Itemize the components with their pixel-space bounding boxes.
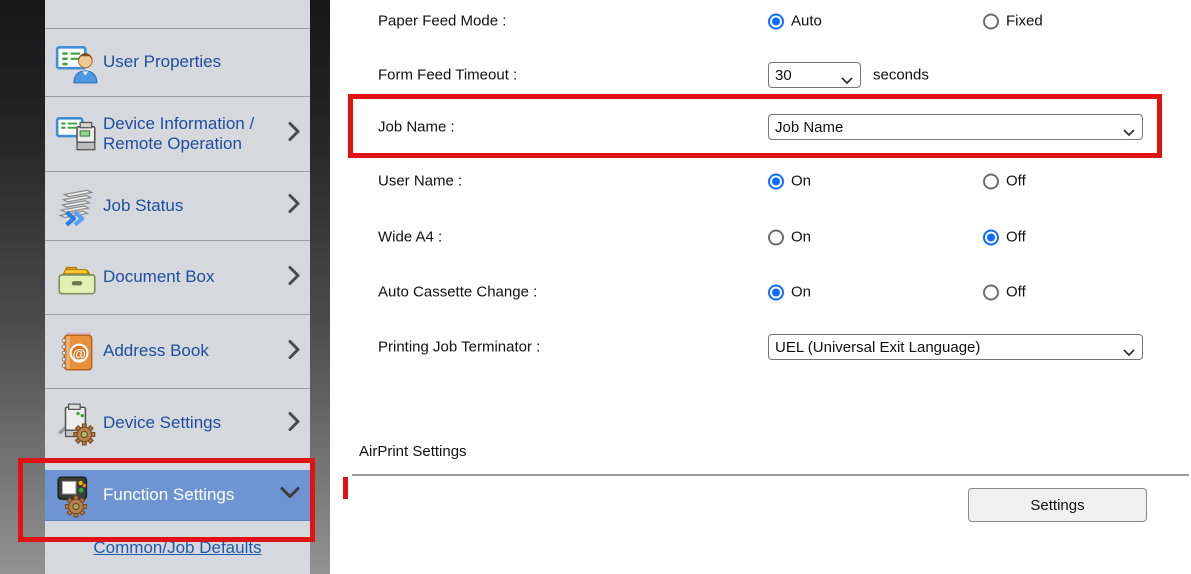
chevron-down-icon [279,486,301,505]
paper-feed-mode-auto-radio[interactable]: Auto [768,13,822,30]
form-feed-timeout-row: Form Feed Timeout : 30 seconds [330,62,1191,88]
chevron-right-icon [287,338,301,365]
radio-option-label: On [791,173,811,190]
settings-panel: Paper Feed Mode : Auto Fixed Form Feed T… [330,0,1191,574]
radio-option-label: Off [1006,229,1026,246]
sidebar-item-label: Job Status [103,196,183,216]
radio-unselected-icon[interactable] [983,284,999,300]
job-name-row: Job Name : Job Name [330,114,1191,140]
auto-cassette-change-off-radio[interactable]: Off [983,284,1026,301]
airprint-settings-button[interactable]: Settings [968,488,1147,522]
radio-option-label: Auto [791,13,822,30]
sidebar-right-gradient-strip [310,0,330,574]
paper-feed-mode-row: Paper Feed Mode : Auto Fixed [330,8,1191,34]
function-settings-icon [54,472,100,518]
sidebar-item-function-settings[interactable]: Function Settings [45,470,310,521]
user-properties-icon [54,40,100,86]
airprint-settings-heading: AirPrint Settings [359,443,467,460]
seconds-suffix-label: seconds [873,67,929,84]
radio-unselected-icon[interactable] [983,173,999,189]
sidebar-item-user-properties[interactable]: User Properties [45,29,310,97]
radio-selected-icon[interactable] [768,13,784,29]
sidebar-gap [45,459,310,470]
device-settings-icon [54,401,100,447]
printing-job-terminator-label: Printing Job Terminator : [378,339,540,356]
select-chevron-icon [1123,124,1135,140]
sidebar-item-label: Device Settings [103,413,221,433]
sidebar-item-device-information[interactable]: Device Information / Remote Operation [45,97,310,172]
form-feed-timeout-select[interactable]: 30 [768,62,861,88]
job-name-label: Job Name : [378,119,455,136]
radio-selected-icon[interactable] [768,284,784,300]
radio-option-label: Off [1006,284,1026,301]
user-name-off-radio[interactable]: Off [983,173,1026,190]
left-gradient-strip [0,0,45,574]
radio-selected-icon[interactable] [983,229,999,245]
sidebar-item-document-box[interactable]: Document Box [45,241,310,315]
form-feed-timeout-label: Form Feed Timeout : [378,67,517,84]
wide-a4-row: Wide A4 : On Off [330,224,1191,250]
radio-option-label: On [791,284,811,301]
select-value: Job Name [775,119,843,136]
common-job-defaults-link[interactable]: Common/Job Defaults [45,538,310,558]
address-book-icon: @ [54,329,100,375]
document-box-icon [54,255,100,301]
user-name-on-radio[interactable]: On [768,173,811,190]
wide-a4-label: Wide A4 : [378,229,442,246]
radio-unselected-icon[interactable] [768,229,784,245]
paper-feed-mode-fixed-radio[interactable]: Fixed [983,13,1043,30]
select-chevron-icon [841,72,853,88]
select-chevron-icon [1123,344,1135,360]
radio-option-label: Off [1006,173,1026,190]
radio-option-label: Fixed [1006,13,1043,30]
sidebar-item-job-status[interactable]: Job Status [45,172,310,241]
user-name-label: User Name : [378,173,462,190]
sidebar-item-label: Address Book [103,341,209,361]
select-value: 30 [775,67,792,84]
printing-job-terminator-row: Printing Job Terminator : UEL (Universal… [330,334,1191,360]
chevron-right-icon [287,193,301,220]
sidebar-item-address-book[interactable]: @ Address Book [45,315,310,389]
radio-selected-icon[interactable] [768,173,784,189]
sidebar-item-label: Function Settings [103,485,234,505]
sidebar-item-label: Document Box [103,267,215,287]
auto-cassette-change-on-radio[interactable]: On [768,284,811,301]
radio-unselected-icon[interactable] [983,13,999,29]
sidebar-item-label: User Properties [103,52,221,72]
chevron-right-icon [287,264,301,291]
radio-option-label: On [791,229,811,246]
svg-text:@: @ [72,346,85,361]
sidebar-item-device-settings[interactable]: Device Settings [45,389,310,459]
sidebar: User Properties Device Information / Rem… [45,0,310,574]
chevron-right-icon [287,410,301,437]
select-value: UEL (Universal Exit Language) [775,339,980,356]
sidebar-item-label: Device Information / Remote Operation [103,114,279,154]
sidebar-top-spacer [45,0,310,29]
job-status-icon [54,183,100,229]
auto-cassette-change-label: Auto Cassette Change : [378,284,537,301]
chevron-right-icon [287,121,301,148]
user-name-row: User Name : On Off [330,168,1191,194]
auto-cassette-change-row: Auto Cassette Change : On Off [330,279,1191,305]
job-name-select[interactable]: Job Name [768,114,1143,140]
wide-a4-off-radio[interactable]: Off [983,229,1026,246]
device-information-icon [54,111,100,157]
paper-feed-mode-label: Paper Feed Mode : [378,13,506,30]
printer-web-config-page: User Properties Device Information / Rem… [0,0,1191,574]
wide-a4-on-radio[interactable]: On [768,229,811,246]
section-divider [352,474,1189,476]
printing-job-terminator-select[interactable]: UEL (Universal Exit Language) [768,334,1143,360]
